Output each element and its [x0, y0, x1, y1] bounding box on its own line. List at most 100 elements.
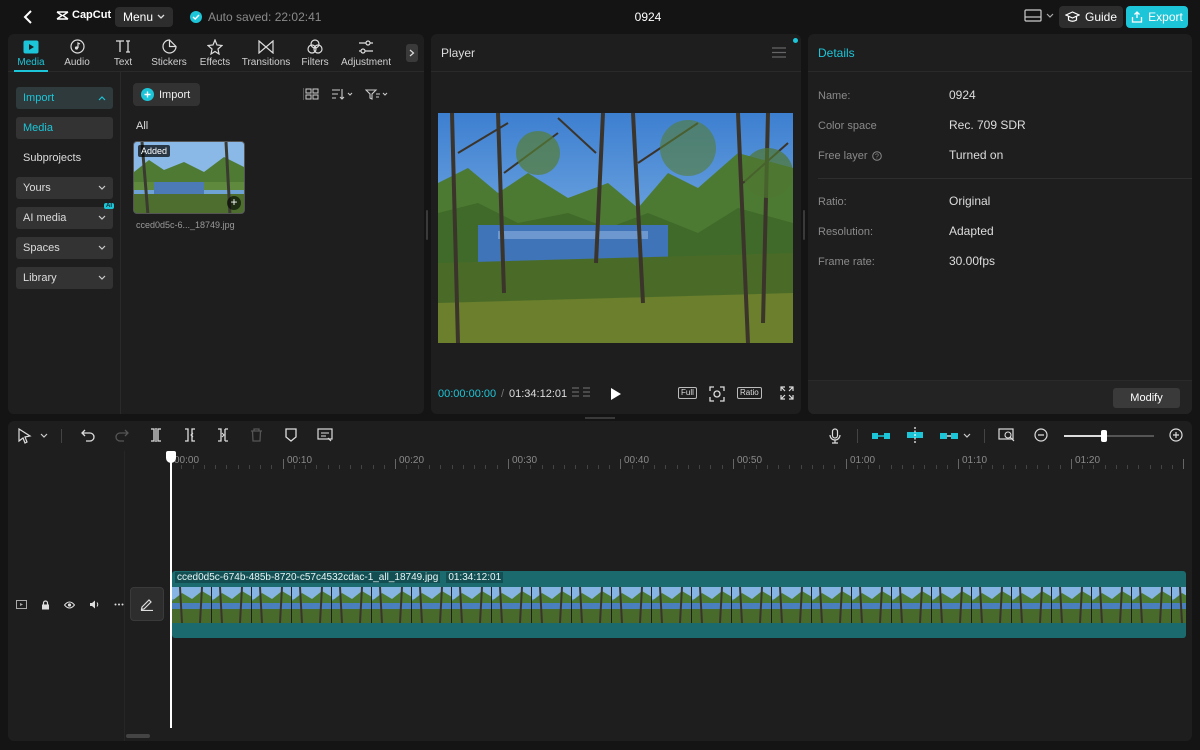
ruler-tick	[440, 465, 442, 469]
export-button[interactable]: Export	[1126, 6, 1188, 28]
panel-resize-handle[interactable]	[426, 210, 428, 240]
preview-zoom-icon[interactable]	[998, 428, 1016, 442]
delete-icon[interactable]	[250, 428, 263, 442]
timeline-horizontal-scrollbar[interactable]	[126, 734, 150, 738]
ruler-tick	[260, 465, 262, 469]
guide-button[interactable]: Guide	[1059, 6, 1124, 28]
ruler-tick	[811, 465, 813, 469]
sidebar-item-import[interactable]: Import	[16, 87, 113, 109]
media-thumbnail[interactable]: Added +	[133, 141, 245, 214]
sidebar-item-media[interactable]: Media	[16, 117, 113, 139]
linkage-icon[interactable]	[939, 431, 959, 441]
playhead-handle[interactable]	[166, 451, 176, 463]
toolbar-divider	[857, 429, 858, 443]
cover-icon[interactable]	[16, 600, 27, 609]
panel-resize-handle[interactable]	[803, 210, 805, 240]
filter-icon[interactable]	[365, 88, 389, 100]
media-panel: Media Audio Text Stickers Effects Transi…	[8, 34, 424, 414]
tab-text[interactable]: Text	[100, 34, 146, 72]
ruler-tick	[1115, 465, 1117, 469]
full-quality-button[interactable]: Full	[678, 387, 697, 399]
more-options-icon[interactable]	[114, 603, 124, 606]
edit-cover-button[interactable]	[130, 587, 164, 621]
trim-left-icon[interactable]	[183, 428, 197, 442]
media-sidebar: Import Media Subprojects Yours AI media …	[8, 72, 121, 414]
play-icon[interactable]	[610, 387, 622, 401]
ruler-tick	[226, 465, 228, 469]
ruler-tick	[935, 465, 937, 469]
playhead-line[interactable]	[170, 452, 172, 728]
ruler-tick	[879, 465, 881, 469]
eye-icon[interactable]	[64, 601, 75, 609]
caption-icon[interactable]	[317, 428, 333, 442]
tab-media-label: Media	[17, 56, 45, 68]
redo-icon[interactable]	[115, 428, 129, 442]
ratio-button[interactable]: Ratio	[737, 387, 762, 399]
modify-button[interactable]: Modify	[1113, 388, 1180, 408]
zoom-slider-handle[interactable]	[1101, 430, 1107, 442]
hamburger-menu-icon[interactable]	[772, 47, 786, 58]
sidebar-item-ai-media[interactable]: AI media AI	[16, 203, 114, 229]
menu-button[interactable]: Menu	[115, 7, 174, 27]
trim-right-icon[interactable]	[216, 428, 230, 442]
ruler-tick	[485, 465, 487, 469]
volume-icon[interactable]	[89, 600, 100, 609]
lake-preview-image	[438, 113, 793, 343]
notification-dot	[793, 38, 798, 43]
track-header	[8, 571, 124, 638]
back-arrow-icon[interactable]	[20, 8, 38, 26]
sidebar-item-yours[interactable]: Yours	[16, 177, 113, 199]
sidebar-item-library[interactable]: Library	[16, 267, 113, 289]
tab-filters[interactable]: Filters	[294, 34, 336, 72]
app-logo: CapCut	[56, 9, 111, 21]
timeline-panel: 00:00 00:10 00:20 00:30 00:40 00:50 01:0…	[8, 421, 1192, 741]
timeline-ruler[interactable]: 00:00 00:10 00:20 00:30 00:40 00:50 01:0…	[170, 453, 1192, 473]
lock-icon[interactable]	[41, 599, 50, 610]
tabs-scroll-right-button[interactable]	[406, 44, 418, 62]
add-to-timeline-icon[interactable]: +	[227, 196, 241, 210]
tab-media[interactable]: Media	[8, 34, 54, 72]
zoom-in-icon[interactable]	[1169, 428, 1183, 442]
auto-snapping-icon[interactable]	[905, 427, 925, 443]
video-clip[interactable]: cced0d5c-674b-485b-8720-c57c4532cdac-1_a…	[172, 571, 1186, 638]
ruler-tick	[1104, 465, 1106, 469]
undo-icon[interactable]	[81, 428, 95, 442]
tab-adjustment[interactable]: Adjustment	[336, 34, 396, 72]
tab-stickers-label: Stickers	[151, 56, 187, 68]
fullscreen-icon[interactable]	[780, 386, 794, 400]
import-button[interactable]: Import	[133, 83, 201, 106]
sidebar-item-subprojects[interactable]: Subprojects	[16, 147, 113, 169]
chevron-down-icon[interactable]	[963, 433, 971, 439]
media-icon	[23, 39, 39, 55]
ruler-tick	[372, 465, 374, 469]
clip-label: cced0d5c-674b-485b-8720-c57c4532cdac-1_a…	[175, 572, 504, 583]
ruler-tick	[1138, 465, 1140, 469]
zoom-slider[interactable]	[1064, 435, 1154, 437]
sidebar-item-label: Spaces	[23, 242, 60, 254]
layout-button[interactable]	[1024, 9, 1054, 22]
ruler-tick	[1014, 465, 1016, 469]
microphone-icon[interactable]	[829, 428, 841, 444]
timeline-resize-handle[interactable]	[585, 417, 615, 419]
frame-grid-icon[interactable]	[571, 386, 591, 400]
chevron-down-icon[interactable]	[40, 433, 48, 439]
main-track-magnet-icon[interactable]	[871, 431, 891, 441]
marker-icon[interactable]	[285, 428, 297, 442]
sidebar-item-spaces[interactable]: Spaces	[16, 237, 113, 259]
tab-transitions[interactable]: Transitions	[238, 34, 294, 72]
detail-value: 30.00fps	[949, 254, 996, 268]
crop-fit-icon[interactable]	[709, 386, 725, 402]
zoom-out-icon[interactable]	[1034, 428, 1048, 442]
select-cursor-icon[interactable]	[18, 428, 32, 444]
sort-icon[interactable]	[331, 88, 353, 100]
split-icon[interactable]	[149, 428, 163, 442]
detail-label-free-layer: Free layer ?	[818, 150, 882, 162]
video-preview[interactable]	[438, 113, 793, 343]
ruler-tick	[327, 465, 329, 469]
tab-effects[interactable]: Effects	[192, 34, 238, 72]
tab-stickers[interactable]: Stickers	[146, 34, 192, 72]
view-grid-icon[interactable]	[303, 88, 319, 100]
tab-audio[interactable]: Audio	[54, 34, 100, 72]
ruler-tick	[721, 465, 723, 469]
help-icon[interactable]: ?	[871, 151, 882, 161]
